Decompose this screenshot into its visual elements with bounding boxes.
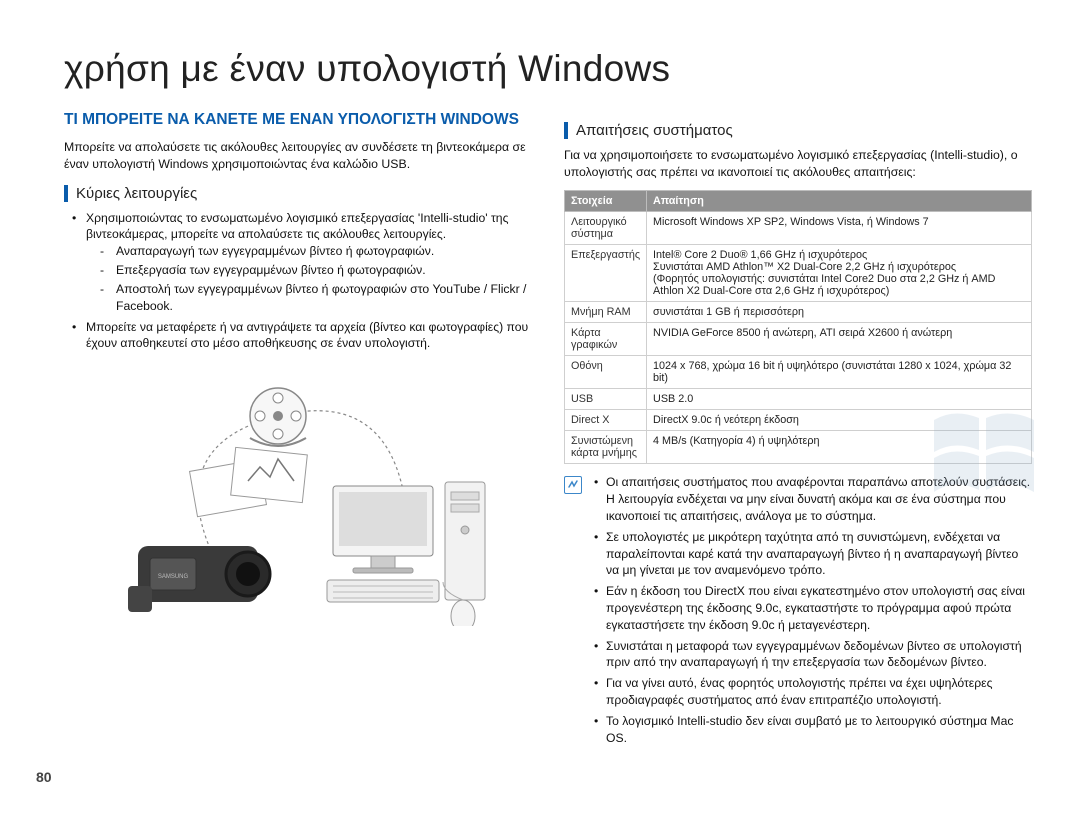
page-title: χρήση με έναν υπολογιστή Windows [64,48,1032,90]
table-row: Οθόνη1024 x 768, χρώμα 16 bit ή υψηλότερ… [565,356,1032,389]
table-cell: Microsoft Windows XP SP2, Windows Vista,… [647,212,1032,245]
table-cell: Κάρτα γραφικών [565,323,647,356]
left-column: ΤΙ ΜΠΟΡΕΙΤΕ ΝΑ ΚΑΝΕΤΕ ΜΕ ΕΝΑΝ ΥΠΟΛΟΓΙΣΤΗ… [64,110,532,751]
list-item: Το λογισμικό Intelli-studio δεν είναι συ… [594,713,1032,747]
table-cell: NVIDIA GeForce 8500 ή ανώτερη, ATI σειρά… [647,323,1032,356]
list-item: Χρησιμοποιώντας το ενσωματωμένο λογισμικ… [72,210,532,315]
table-cell: Οθόνη [565,356,647,389]
table-cell: Επεξεργαστής [565,245,647,302]
sub-heading-system-req: Απαιτήσεις συστήματος [564,122,1032,139]
list-item: Εάν η έκδοση του DirectX που είναι εγκατ… [594,583,1032,633]
table-cell: 1024 x 768, χρώμα 16 bit ή υψηλότερο (συ… [647,356,1032,389]
list-item: Συνιστάται η μεταφορά των εγγεγραμμένων … [594,638,1032,672]
table-cell: Συνιστώμενη κάρτα μνήμης [565,431,647,464]
list-item: Αναπαραγωγή των εγγεγραμμένων βίντεο ή φ… [100,243,532,260]
list-item: Σε υπολογιστές με μικρότερη ταχύτητα από… [594,529,1032,579]
windows-logo-watermark [924,400,1044,515]
note-icon [564,476,582,494]
section-heading-left: ΤΙ ΜΠΟΡΕΙΤΕ ΝΑ ΚΑΝΕΤΕ ΜΕ ΕΝΑΝ ΥΠΟΛΟΓΙΣΤΗ… [64,110,532,129]
table-cell: Μνήμη RAM [565,302,647,323]
table-row: Κάρτα γραφικώνNVIDIA GeForce 8500 ή ανώτ… [565,323,1032,356]
table-header: Απαίτηση [647,191,1032,212]
intro-left: Μπορείτε να απολαύσετε τις ακόλουθες λει… [64,139,532,172]
list-item: Αποστολή των εγγεγραμμένων βίντεο ή φωτο… [100,281,532,315]
table-row: Μνήμη RAMσυνιστάται 1 GB ή περισσότερη [565,302,1032,323]
sub-heading-main-functions: Κύριες λειτουργίες [64,185,532,202]
table-cell: συνιστάται 1 GB ή περισσότερη [647,302,1032,323]
table-row: Λειτουργικό σύστημαMicrosoft Windows XP … [565,212,1032,245]
list-item: Επεξεργασία των εγγεγραμμένων βίντεο ή φ… [100,262,532,279]
list-item: Για να γίνει αυτό, ένας φορητός υπολογισ… [594,675,1032,709]
intro-right: Για να χρησιμοποιήσετε το ενσωματωμένο λ… [564,147,1032,180]
table-row: ΕπεξεργαστήςIntel® Core 2 Duo® 1,66 GHz … [565,245,1032,302]
table-cell: Direct X [565,410,647,431]
notes-list: Οι απαιτήσεις συστήματος που αναφέρονται… [594,474,1032,750]
main-functions-list: Χρησιμοποιώντας το ενσωματωμένο λογισμικ… [64,210,532,353]
table-cell: Λειτουργικό σύστημα [565,212,647,245]
illustration-camera-pc: SAMSUNG [64,366,532,626]
table-header: Στοιχεία [565,191,647,212]
page-number: 80 [36,769,52,785]
list-item-text: Χρησιμοποιώντας το ενσωματωμένο λογισμικ… [86,211,508,242]
table-cell: USB [565,389,647,410]
table-cell: Intel® Core 2 Duo® 1,66 GHz ή ισχυρότερο… [647,245,1032,302]
note-box: Οι απαιτήσεις συστήματος που αναφέρονται… [564,474,1032,750]
list-item: Μπορείτε να μεταφέρετε ή να αντιγράψετε … [72,319,532,353]
svg-text:SAMSUNG: SAMSUNG [158,574,189,580]
